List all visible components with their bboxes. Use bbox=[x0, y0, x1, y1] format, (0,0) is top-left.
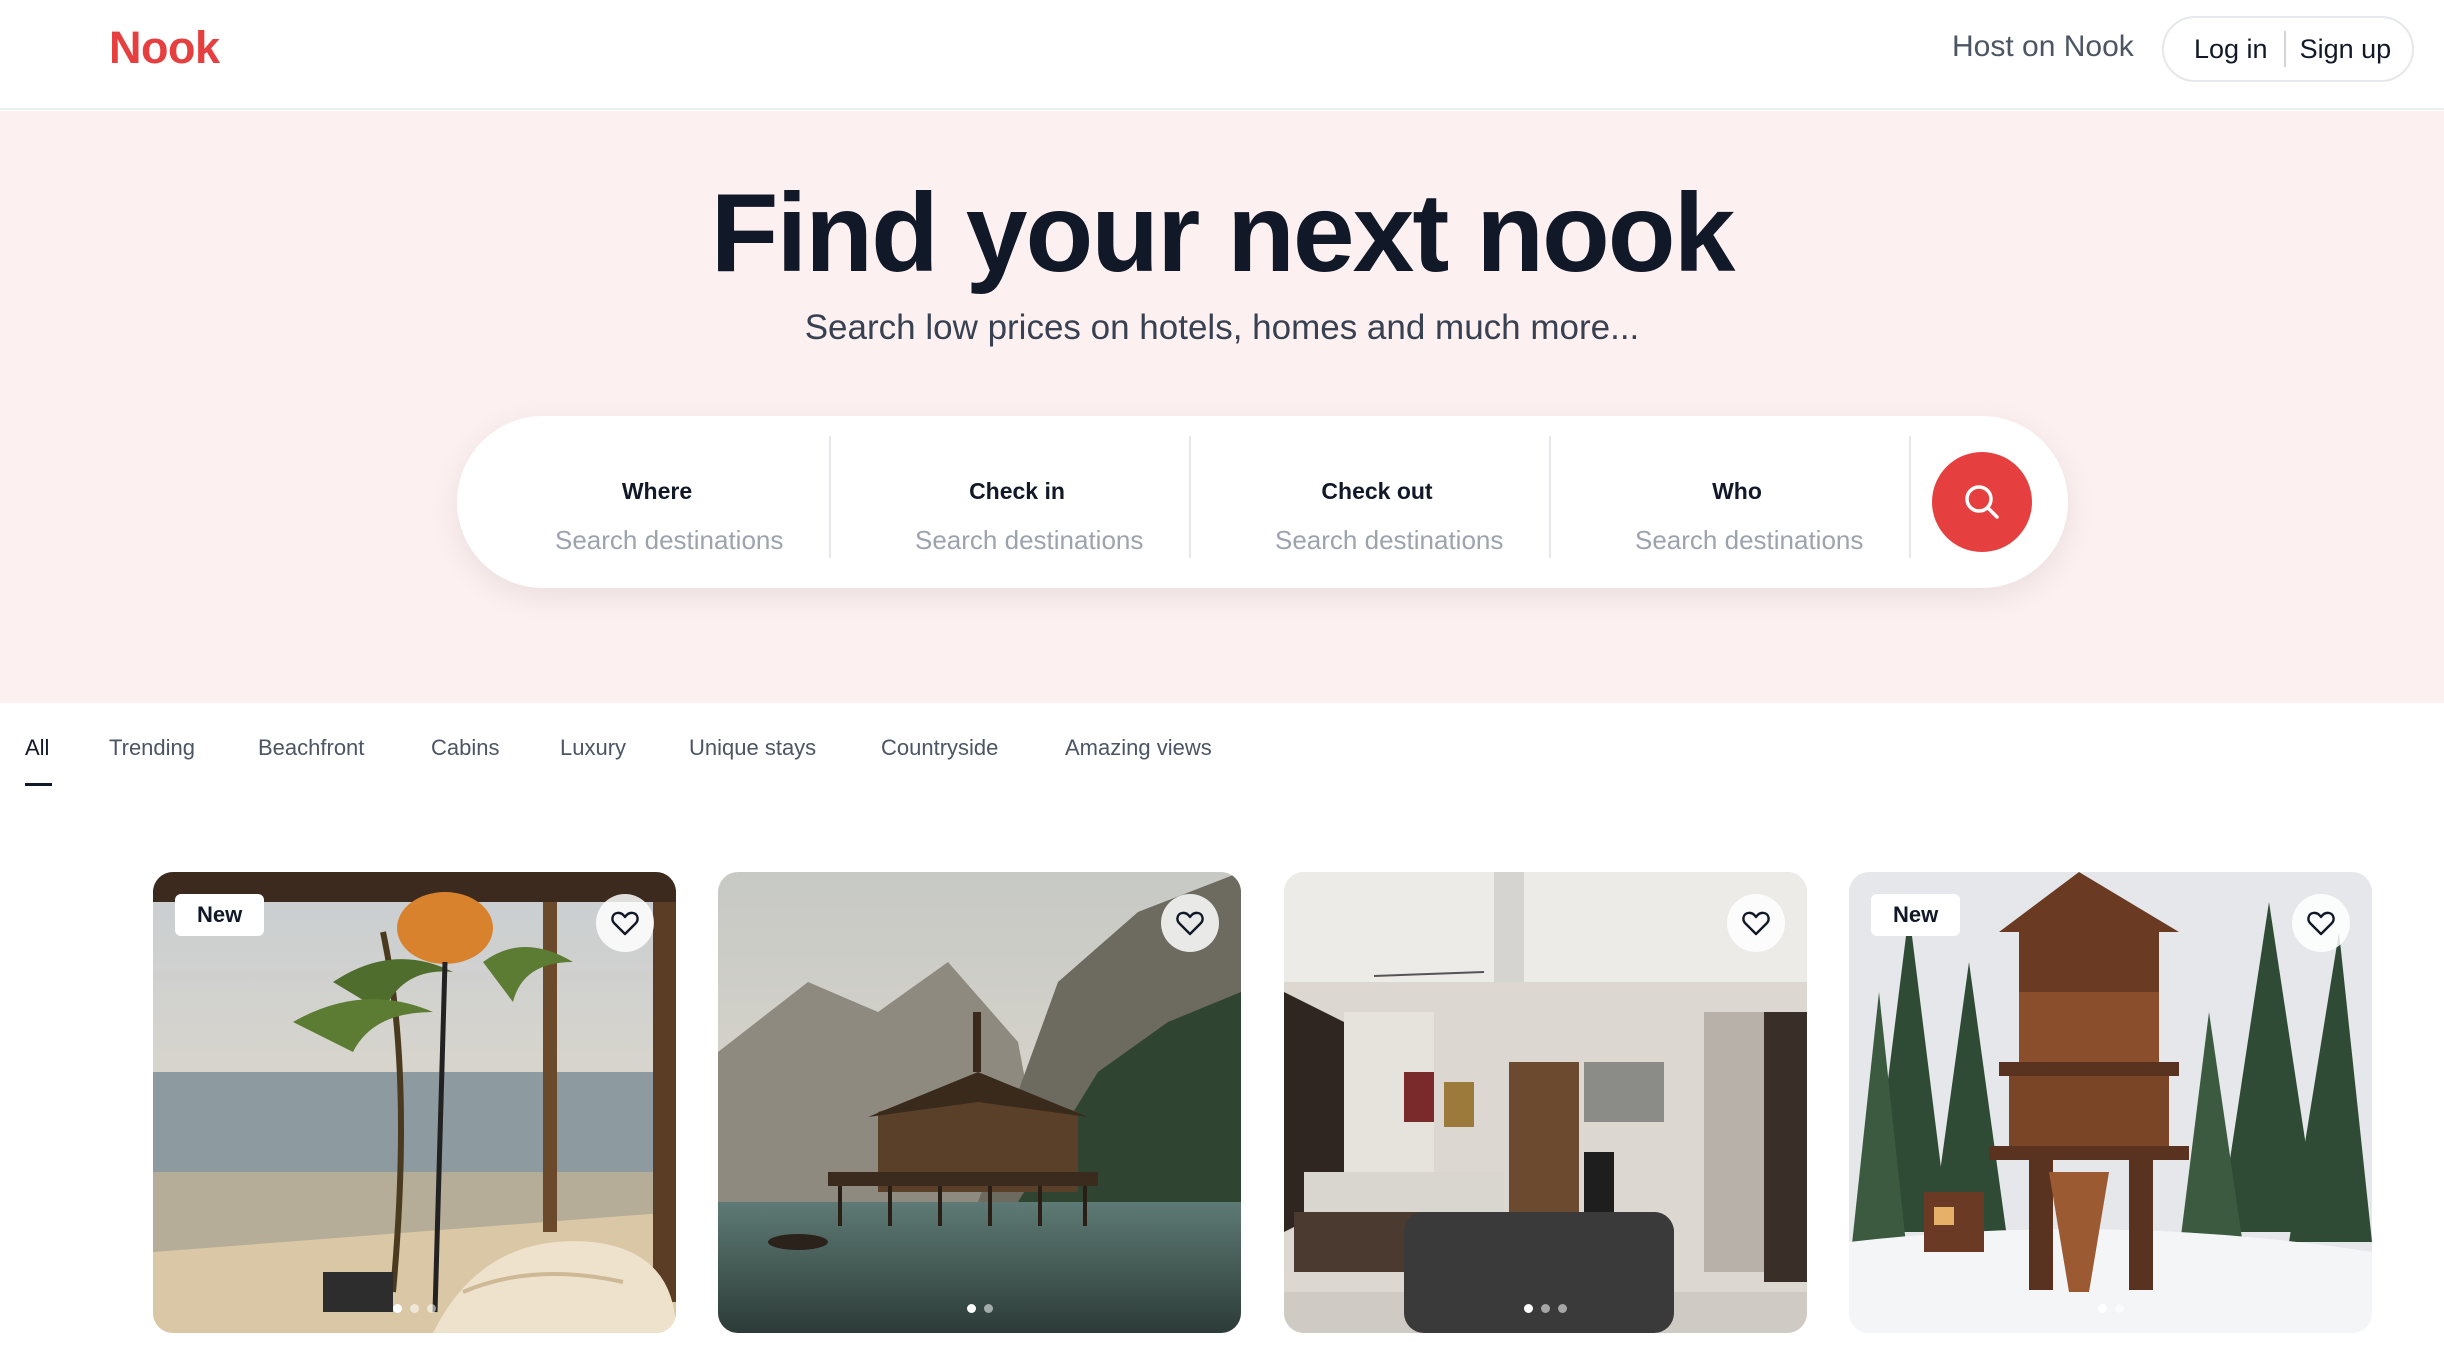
favorite-button[interactable] bbox=[1161, 894, 1219, 952]
carousel-dot[interactable] bbox=[1524, 1304, 1533, 1313]
search-icon bbox=[1965, 485, 1999, 519]
where-field[interactable]: Where Search destinations bbox=[497, 436, 817, 568]
who-field[interactable]: Who Search destinations bbox=[1577, 436, 1897, 568]
checkout-field[interactable]: Check out Search destinations bbox=[1217, 436, 1537, 568]
carousel-dot[interactable] bbox=[427, 1304, 436, 1313]
listing-card[interactable]: New bbox=[153, 872, 676, 1333]
top-nav: Nook Host on Nook Log in Sign up bbox=[0, 0, 2444, 110]
heart-icon bbox=[1176, 911, 1204, 936]
login-button[interactable]: Log in bbox=[2164, 16, 2268, 82]
carousel-dot[interactable] bbox=[2097, 1304, 2107, 1313]
checkin-input[interactable]: Search destinations bbox=[857, 525, 1177, 556]
search-button[interactable] bbox=[1932, 452, 2032, 552]
brand-logo[interactable]: Nook bbox=[109, 22, 220, 74]
auth-group: Log in Sign up bbox=[2162, 16, 2414, 82]
listing-photo[interactable] bbox=[1849, 872, 2372, 1333]
checkout-label: Check out bbox=[1321, 478, 1433, 504]
host-link[interactable]: Host on Nook bbox=[1952, 30, 2134, 64]
heart-icon bbox=[1742, 911, 1770, 936]
listing-card[interactable] bbox=[1284, 872, 1807, 1333]
where-label: Where bbox=[621, 478, 693, 504]
carousel-dots bbox=[153, 1304, 676, 1313]
tab-unique-stays[interactable]: Unique stays bbox=[689, 735, 816, 761]
tab-countryside[interactable]: Countryside bbox=[881, 735, 998, 761]
hero-title: Find your next nook bbox=[710, 171, 1736, 295]
signup-button[interactable]: Sign up bbox=[2286, 16, 2392, 82]
favorite-button[interactable] bbox=[596, 894, 654, 952]
heart-icon bbox=[611, 911, 639, 936]
favorite-button[interactable] bbox=[2292, 894, 2350, 952]
field-divider bbox=[829, 436, 831, 558]
checkout-input[interactable]: Search destinations bbox=[1217, 525, 1537, 556]
tab-luxury[interactable]: Luxury bbox=[560, 735, 626, 761]
new-badge: New bbox=[175, 894, 265, 936]
checkin-label: Check in bbox=[969, 478, 1065, 504]
field-divider bbox=[1909, 436, 1911, 558]
carousel-dot[interactable] bbox=[966, 1304, 976, 1313]
hero-section: Find your next nook Search low prices on… bbox=[0, 111, 2444, 703]
carousel-dot[interactable] bbox=[1541, 1304, 1550, 1313]
where-input[interactable]: Search destinations bbox=[497, 525, 817, 556]
tab-beachfront[interactable]: Beachfront bbox=[258, 735, 364, 761]
carousel-dot[interactable] bbox=[983, 1304, 993, 1313]
listing-photo[interactable] bbox=[1284, 872, 1807, 1333]
search-bar: Where Search destinations Check in Searc… bbox=[457, 416, 2068, 588]
listing-card[interactable]: New bbox=[1849, 872, 2372, 1333]
favorite-button[interactable] bbox=[1727, 894, 1785, 952]
field-divider bbox=[1189, 436, 1191, 558]
tab-cabins[interactable]: Cabins bbox=[431, 735, 499, 761]
heart-icon bbox=[2307, 911, 2335, 936]
carousel-dots bbox=[1849, 1304, 2372, 1313]
who-label: Who bbox=[1712, 478, 1762, 504]
carousel-dots bbox=[718, 1304, 1241, 1313]
checkin-field[interactable]: Check in Search destinations bbox=[857, 436, 1177, 568]
new-badge: New bbox=[1871, 894, 1961, 936]
listing-photo[interactable] bbox=[718, 872, 1241, 1333]
hero-subtitle: Search low prices on hotels, homes and m… bbox=[804, 308, 1640, 347]
field-divider bbox=[1549, 436, 1551, 558]
category-tabs: All Trending Beachfront Cabins Luxury Un… bbox=[0, 703, 2444, 803]
carousel-dot[interactable] bbox=[410, 1304, 419, 1313]
carousel-dot[interactable] bbox=[1558, 1304, 1567, 1313]
listing-card[interactable] bbox=[718, 872, 1241, 1333]
carousel-dot[interactable] bbox=[393, 1304, 402, 1313]
tab-trending[interactable]: Trending bbox=[109, 735, 195, 761]
carousel-dot[interactable] bbox=[2114, 1304, 2124, 1313]
who-input[interactable]: Search destinations bbox=[1577, 525, 1897, 556]
tab-all[interactable]: All bbox=[25, 735, 49, 761]
carousel-dots bbox=[1284, 1304, 1807, 1313]
active-tab-indicator bbox=[25, 783, 52, 786]
listing-photo[interactable] bbox=[153, 872, 676, 1333]
tab-amazing-views[interactable]: Amazing views bbox=[1065, 735, 1212, 761]
